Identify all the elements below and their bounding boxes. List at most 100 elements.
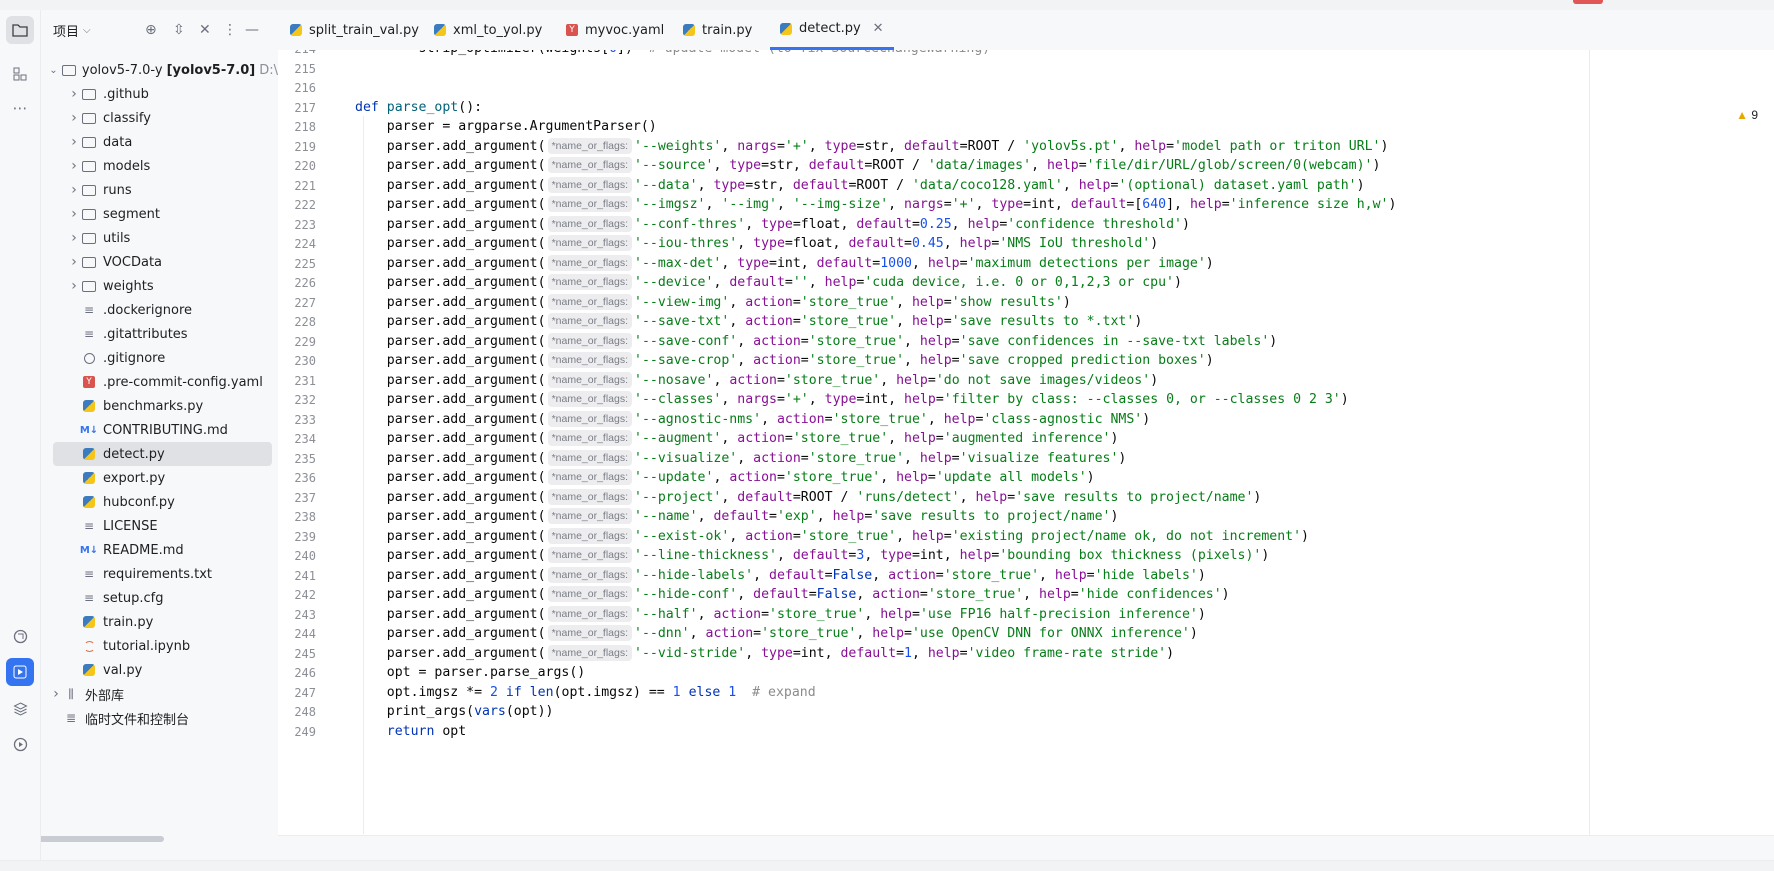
collapse-all-icon[interactable]: ✕ <box>199 22 211 38</box>
editor-horizontal-scroll[interactable] <box>278 835 1774 861</box>
parameter-hint: *name_or_flags: <box>547 586 633 602</box>
tree-scratches[interactable]: ≣ 临时文件和控制台 <box>41 706 278 730</box>
parameter-hint: *name_or_flags: <box>547 274 633 290</box>
tree-file[interactable]: .gitignore <box>41 346 278 370</box>
layers-icon[interactable] <box>6 694 34 722</box>
project-panel-title[interactable]: 项目 <box>53 21 79 40</box>
structure-icon[interactable] <box>6 60 34 88</box>
tree-item-label: tutorial.ipynb <box>103 638 191 654</box>
tree-item-label: val.py <box>103 662 143 678</box>
chevron-right-icon[interactable]: › <box>67 158 81 174</box>
services-icon[interactable] <box>6 730 34 758</box>
tree-file[interactable]: tutorial.ipynb <box>41 634 278 658</box>
tree-file[interactable]: hubconf.py <box>41 490 278 514</box>
tree-folder[interactable]: › runs <box>41 178 278 202</box>
tree-folder[interactable]: › classify <box>41 106 278 130</box>
folder-icon <box>61 64 76 76</box>
parameter-hint: *name_or_flags: <box>547 196 633 212</box>
chevron-right-icon[interactable]: › <box>67 206 81 222</box>
folder-icon <box>82 112 96 124</box>
tree-root[interactable]: ⌄ yolov5-7.0-y [yolov5-7.0] D:\ <box>41 58 278 82</box>
markdown-icon: M↓ <box>79 424 99 436</box>
parameter-hint: *name_or_flags: <box>547 605 633 622</box>
tree-file[interactable]: M↓ README.md <box>41 538 278 562</box>
tab-xml_to_yol-py[interactable]: xml_to_yol.py <box>434 10 542 50</box>
tree-file[interactable]: benchmarks.py <box>41 394 278 418</box>
text-icon: ≡ <box>83 567 95 581</box>
python-icon <box>290 24 302 36</box>
expand-all-icon[interactable]: ⇳ <box>173 22 185 38</box>
code-editor[interactable]: ▲ 9 214 strip_optimizer(weights[0]) # up… <box>278 50 1774 835</box>
python-console-icon[interactable] <box>6 622 34 650</box>
options-icon[interactable]: ⋮ <box>223 22 237 38</box>
close-icon[interactable]: ✕ <box>873 21 884 36</box>
tree-folder[interactable]: › VOCData <box>41 250 278 274</box>
tab-label: split_train_val.py <box>309 22 419 38</box>
tree-item-label: README.md <box>103 542 184 558</box>
parameter-hint: *name_or_flags: <box>547 235 633 251</box>
tab-split_train_val-py[interactable]: split_train_val.py <box>290 10 419 50</box>
chevron-right-icon[interactable]: › <box>67 110 81 126</box>
parameter-hint: *name_or_flags: <box>547 332 633 349</box>
parameter-hint: *name_or_flags: <box>547 410 633 427</box>
folder-icon <box>81 87 97 101</box>
more-icon[interactable]: ⋯ <box>6 94 34 122</box>
tree-file[interactable]: ≡ requirements.txt <box>41 562 278 586</box>
close-indicator[interactable] <box>1573 0 1603 4</box>
tree-folder[interactable]: › segment <box>41 202 278 226</box>
chevron-right-icon[interactable]: › <box>67 230 81 246</box>
parameter-hint: *name_or_flags: <box>547 215 633 232</box>
yaml-file-icon: Y <box>81 375 97 389</box>
folder-icon <box>82 136 96 148</box>
project-folder-icon[interactable] <box>6 16 34 44</box>
parameter-hint: *name_or_flags: <box>547 391 633 407</box>
tree-item-label: benchmarks.py <box>103 398 204 414</box>
parameter-hint: *name_or_flags: <box>547 254 633 271</box>
chevron-right-icon[interactable]: › <box>67 134 81 150</box>
tree-item-label: utils <box>103 230 131 246</box>
tree-file[interactable]: M↓ CONTRIBUTING.md <box>41 418 278 442</box>
tree-external-libraries[interactable]: › ⫼ 外部库 <box>41 682 278 706</box>
chevron-right-icon[interactable]: › <box>67 278 81 294</box>
tree-item-label: runs <box>103 182 132 198</box>
tab-train-py[interactable]: train.py <box>683 10 752 50</box>
parameter-hint: *name_or_flags: <box>547 625 633 641</box>
tree-folder[interactable]: › weights <box>41 274 278 298</box>
chevron-down-icon[interactable]: ⌄ <box>49 65 58 76</box>
project-scrollbar[interactable] <box>41 836 164 842</box>
tree-file[interactable]: train.py <box>41 610 278 634</box>
chevron-right-icon[interactable]: › <box>49 686 63 702</box>
editor-tabs: split_train_val.py xml_to_yol.py Ymyvoc.ya… <box>278 10 1774 51</box>
tree-file[interactable]: detect.py <box>53 442 272 466</box>
hide-panel-icon[interactable]: — <box>245 22 259 38</box>
tab-myvoc-yaml[interactable]: Ymyvoc.yaml <box>566 10 664 50</box>
chevron-right-icon[interactable]: › <box>67 254 81 270</box>
tool-window-bar: ⋯ <box>0 10 41 860</box>
chevron-right-icon[interactable]: › <box>67 182 81 198</box>
tree-item-label: VOCData <box>103 254 163 270</box>
chevron-down-icon[interactable]: ⌵ <box>83 25 91 36</box>
parameter-hint: *name_or_flags: <box>547 430 633 446</box>
tree-file[interactable]: ≡ setup.cfg <box>41 586 278 610</box>
tree-item-label: .dockerignore <box>103 302 193 318</box>
locate-icon[interactable]: ⊕ <box>145 22 157 38</box>
tree-file[interactable]: export.py <box>41 466 278 490</box>
tree-file[interactable]: ≡ .dockerignore <box>41 298 278 322</box>
tree-file[interactable]: val.py <box>41 658 278 682</box>
tree-folder[interactable]: › .github <box>41 82 278 106</box>
python-icon <box>83 616 95 628</box>
tree-folder[interactable]: › models <box>41 154 278 178</box>
tree-file[interactable]: Y .pre-commit-config.yaml <box>41 370 278 394</box>
python-file-icon <box>81 495 97 509</box>
text-file-icon: ≡ <box>81 519 97 533</box>
tree-folder[interactable]: › utils <box>41 226 278 250</box>
tree-file[interactable]: ≡ .gitattributes <box>41 322 278 346</box>
tree-file[interactable]: ≡ LICENSE <box>41 514 278 538</box>
run-icon[interactable] <box>6 658 34 686</box>
tree-folder[interactable]: › data <box>41 130 278 154</box>
tab-detect-py[interactable]: detect.py ✕ <box>770 10 894 50</box>
folder-icon <box>61 63 76 77</box>
chevron-right-icon[interactable]: › <box>67 86 81 102</box>
parameter-hint: *name_or_flags: <box>547 488 633 505</box>
tree-item-label: LICENSE <box>103 518 158 534</box>
